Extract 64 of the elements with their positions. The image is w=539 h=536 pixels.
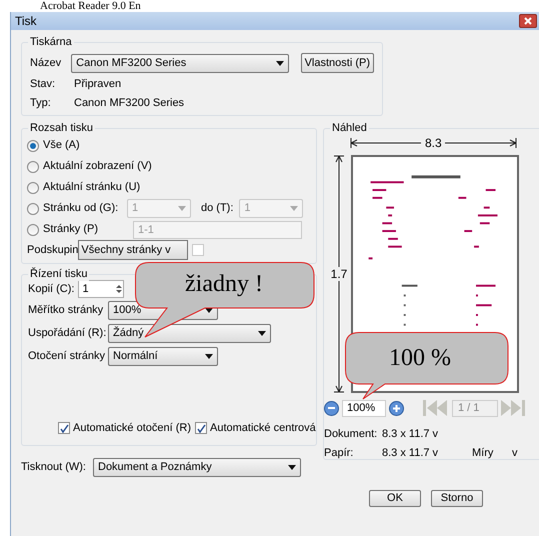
field-label: Míry [472, 446, 494, 460]
window-title: Tisk [15, 13, 37, 30]
radio-button[interactable] [27, 224, 39, 236]
dialog-button[interactable]: OK [369, 490, 421, 507]
caret-icon [258, 331, 266, 336]
radio-label: Aktuální zobrazení (V) [43, 159, 152, 174]
page-width: 8.3 [424, 135, 443, 152]
subset-dropdown[interactable]: Všechny stránky v [78, 240, 188, 260]
close-button[interactable] [519, 14, 537, 28]
field-label: Typ: [30, 96, 52, 111]
caret-icon [276, 60, 284, 66]
printer-status: Připraven [74, 76, 122, 92]
field-label: Název [30, 56, 62, 71]
app-title: Acrobat Reader 9.0 En [39, 0, 142, 12]
minus-icon [328, 407, 335, 409]
field-label: Uspořádání (R): [28, 326, 108, 342]
checkbox[interactable] [58, 422, 70, 434]
units-value: v [512, 446, 518, 460]
field-label: Kopií (C): [28, 282, 74, 297]
printer-type: Canon MF3200 Series [74, 96, 184, 111]
field-label: Stav: [30, 76, 56, 92]
dropdown[interactable]: Canon MF3200 Series [71, 54, 289, 72]
checkbox-label: Automatické centrová [210, 421, 316, 436]
radio-button[interactable] [27, 202, 39, 214]
page-height: 1.7 [330, 267, 348, 281]
radio-label: Stránku od (G): [43, 201, 120, 216]
radio-button[interactable] [27, 182, 39, 194]
zoom-field[interactable]: 100% [342, 400, 386, 416]
caret-icon [288, 465, 296, 470]
callout-text: žiadny ! [185, 270, 263, 298]
field-label: Podskupin [27, 242, 78, 258]
field-label: Dokument: [324, 427, 378, 442]
close-icon [524, 17, 532, 25]
plus-icon [393, 404, 400, 412]
caret-icon [290, 206, 298, 211]
checkbox-label: Automatické otočení (R) [73, 421, 191, 436]
zoom-in-button[interactable] [389, 400, 404, 416]
radio-label: Aktuální stránku (U) [43, 180, 140, 196]
caret-icon [205, 354, 213, 359]
radio-button[interactable] [27, 140, 39, 152]
field-label: Tisknout (W): [21, 460, 87, 476]
radio-label: Stránky (P) [43, 222, 100, 238]
dialog-button[interactable]: Storno [431, 490, 483, 507]
field-label: Otočení stránky [28, 349, 106, 364]
group-legend: Řízení tisku [28, 267, 90, 281]
dropdown[interactable]: Dokument a Poznámky [93, 458, 301, 477]
dropdown[interactable]: Normální [108, 347, 218, 366]
caret-icon [178, 206, 186, 211]
radio-label: Vše (A) [43, 138, 81, 154]
document-size: 8.3 x 11.7 v [382, 427, 438, 442]
properties-button[interactable]: Vlastnosti (P) [300, 53, 374, 73]
callout-text: 100 % [389, 344, 451, 372]
radio-button[interactable] [27, 160, 39, 172]
paper-size: 8.3 x 11.7 v [382, 446, 440, 460]
field-label: Papír: [324, 446, 354, 460]
field-label: do (T): [201, 201, 234, 216]
width-arrow [350, 138, 422, 148]
checkbox[interactable] [192, 244, 204, 256]
copies-spinner[interactable]: 1 [78, 280, 124, 298]
dropdown[interactable]: Žádný [108, 324, 271, 343]
field-label: Měřítko stránky [28, 303, 104, 318]
spinner-arrows-icon [115, 283, 124, 295]
checkbox[interactable] [195, 422, 207, 434]
zoom-out-button[interactable] [324, 400, 339, 416]
